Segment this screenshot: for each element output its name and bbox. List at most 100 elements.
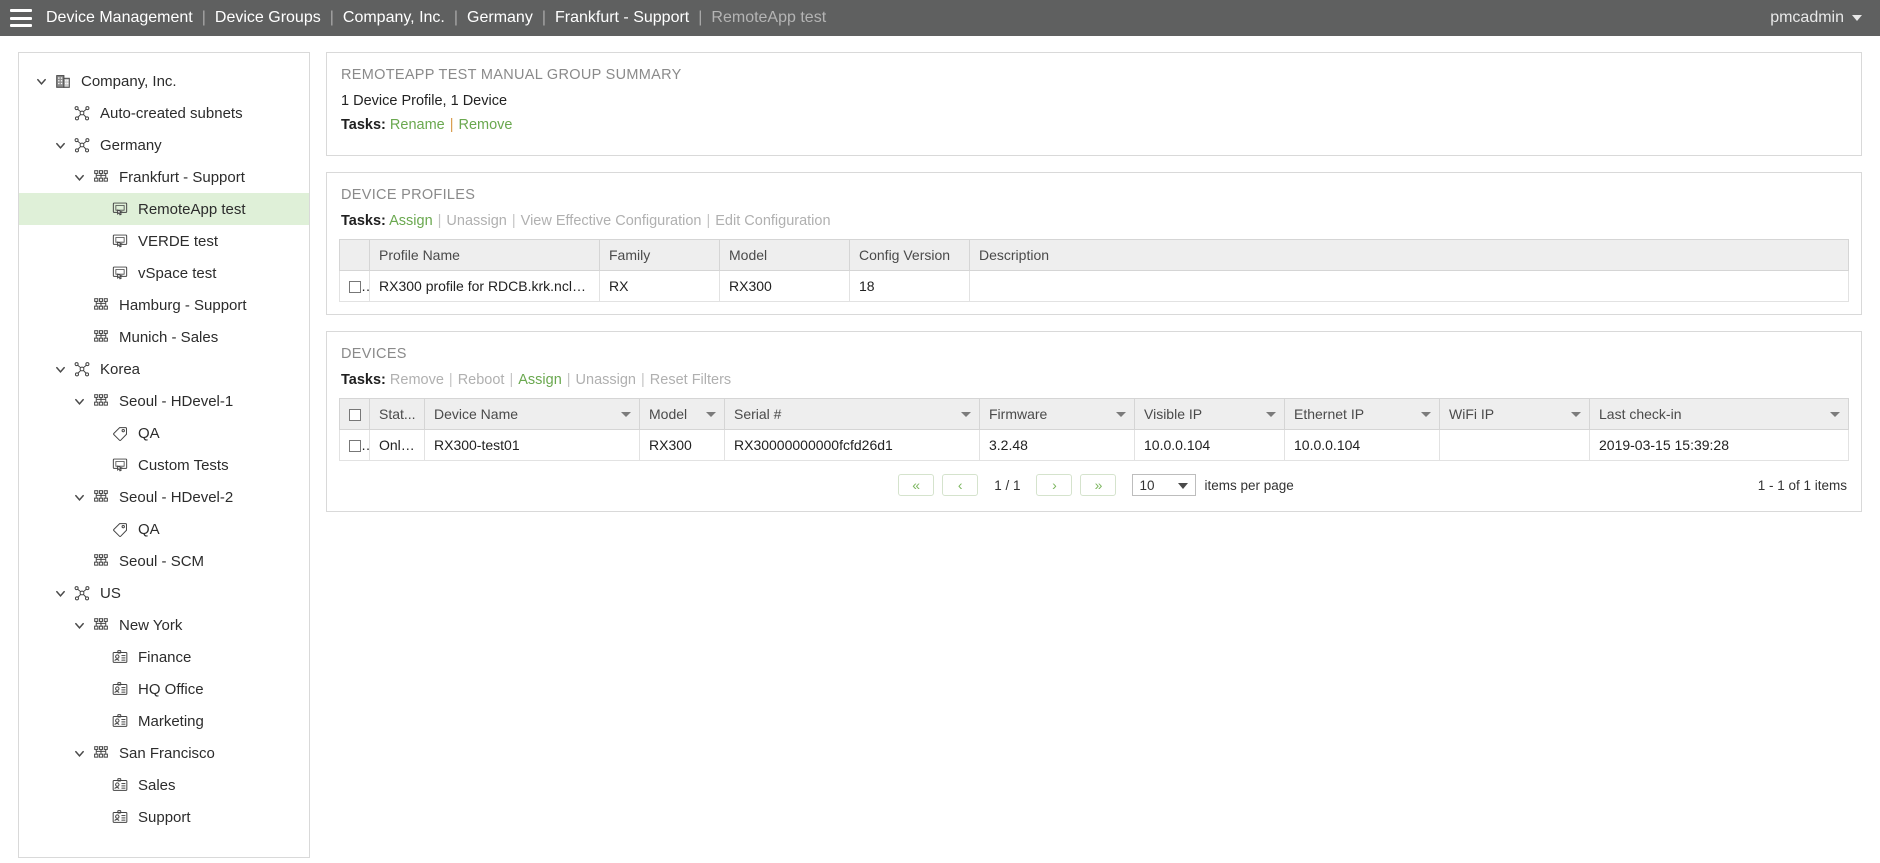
tree-item-korea[interactable]: Korea — [19, 353, 309, 385]
device-group-tree[interactable]: Company, Inc. Auto-created subnets Germany… — [18, 52, 310, 858]
tree-item-san-francisco[interactable]: San Francisco — [19, 737, 309, 769]
tree-item-finance[interactable]: Finance — [19, 641, 309, 673]
breadcrumb-separator: | — [329, 9, 334, 26]
chevron-down-icon[interactable] — [69, 747, 89, 760]
group-summary-tasks: Tasks: Rename | Remove — [341, 117, 1849, 133]
table-row[interactable]: Online RX300-test01 RX300 RX30000000000fcfd… — [339, 429, 1849, 461]
column-header[interactable]: Last check-in — [1589, 398, 1849, 430]
select-all-checkbox[interactable] — [349, 409, 361, 422]
device-name-cell: RX300-test01 — [424, 429, 640, 461]
column-header-label: Stat... — [379, 406, 416, 422]
task-separator: | — [449, 117, 454, 133]
column-header[interactable]: Profile Name — [369, 239, 600, 271]
column-header[interactable]: Model — [719, 239, 850, 271]
column-filter-chevron-down-icon[interactable] — [1830, 412, 1840, 417]
chevron-down-icon[interactable] — [69, 619, 89, 632]
table-header-row: Stat... Device Name Model Serial # Firmware V… — [339, 398, 1849, 430]
badge-icon — [108, 776, 132, 794]
tree-item-hamburg-support[interactable]: Hamburg - Support — [19, 289, 309, 321]
column-header[interactable]: Description — [969, 239, 1849, 271]
task-link-assign[interactable]: Assign — [389, 213, 433, 229]
table-body: RX300 profile for RDCB.krk.nclocal testR… — [339, 270, 1849, 302]
user-menu[interactable]: pmcadmin — [1770, 9, 1862, 27]
firmware-cell: 3.2.48 — [979, 429, 1135, 461]
tree-item-label: Finance — [138, 648, 192, 666]
tree-item-seoul-scm[interactable]: Seoul - SCM — [19, 545, 309, 577]
visible-ip-cell: 10.0.0.104 — [1134, 429, 1285, 461]
column-header[interactable]: Model — [639, 398, 725, 430]
tree-item-seoul-hdevel-1[interactable]: Seoul - HDevel-1 — [19, 385, 309, 417]
chevron-down-icon[interactable] — [50, 587, 70, 600]
column-header[interactable]: Device Name — [424, 398, 640, 430]
breadcrumb-item[interactable]: Frankfurt - Support — [555, 9, 689, 27]
column-header[interactable]: Family — [599, 239, 720, 271]
tree-item-hq-office[interactable]: HQ Office — [19, 673, 309, 705]
tree-item-support[interactable]: Support — [19, 801, 309, 833]
hamburger-icon[interactable] — [10, 9, 32, 27]
tree-item-vspace-test[interactable]: vSpace test — [19, 257, 309, 289]
tree-item-qa[interactable]: QA — [19, 513, 309, 545]
task-link-unassign: Unassign — [575, 372, 636, 388]
column-header[interactable]: Firmware — [979, 398, 1135, 430]
tree-item-label: Munich - Sales — [119, 328, 219, 346]
column-filter-chevron-down-icon[interactable] — [706, 412, 716, 417]
task-separator: | — [566, 372, 571, 388]
tree-item-new-york[interactable]: New York — [19, 609, 309, 641]
row-checkbox[interactable] — [349, 440, 361, 453]
tree-item-sales[interactable]: Sales — [19, 769, 309, 801]
column-header[interactable]: Serial # — [724, 398, 980, 430]
items-per-page-select[interactable]: 10 — [1132, 474, 1197, 496]
hamburger-bar — [10, 24, 32, 27]
user-menu-label: pmcadmin — [1770, 9, 1844, 26]
chevron-down-icon[interactable] — [69, 395, 89, 408]
table-body: Online RX300-test01 RX300 RX30000000000fcfd… — [339, 429, 1849, 461]
devices-table: Stat... Device Name Model Serial # Firmware V… — [339, 398, 1849, 461]
chevron-down-icon[interactable] — [50, 363, 70, 376]
task-separator: | — [448, 372, 453, 388]
tree-item-qa[interactable]: QA — [19, 417, 309, 449]
breadcrumb-item[interactable]: Device Groups — [215, 9, 321, 27]
tree-item-remoteapp-test[interactable]: RemoteApp test — [19, 193, 309, 225]
tree-item-munich-sales[interactable]: Munich - Sales — [19, 321, 309, 353]
task-link-assign[interactable]: Assign — [518, 372, 562, 388]
chevron-down-icon[interactable] — [50, 139, 70, 152]
tree-item-marketing[interactable]: Marketing — [19, 705, 309, 737]
next-page-button[interactable]: › — [1036, 474, 1073, 496]
column-filter-chevron-down-icon[interactable] — [1266, 412, 1276, 417]
column-header[interactable]: Config Version — [849, 239, 970, 271]
column-filter-chevron-down-icon[interactable] — [1571, 412, 1581, 417]
column-header[interactable]: WiFi IP — [1439, 398, 1590, 430]
column-header[interactable]: Ethernet IP — [1284, 398, 1440, 430]
chevron-down-icon[interactable] — [69, 491, 89, 504]
breadcrumb-item[interactable]: Device Management — [46, 9, 193, 27]
column-header[interactable]: Stat... — [369, 398, 425, 430]
tree-item-us[interactable]: US — [19, 577, 309, 609]
column-filter-chevron-down-icon[interactable] — [1116, 412, 1126, 417]
breadcrumb-item[interactable]: Germany — [467, 9, 533, 27]
tree-item-label: Sales — [138, 776, 176, 794]
row-checkbox[interactable] — [349, 281, 361, 294]
tree-item-verde-test[interactable]: VERDE test — [19, 225, 309, 257]
last-page-button[interactable]: » — [1080, 474, 1117, 496]
task-link-rename[interactable]: Rename — [390, 117, 445, 133]
column-filter-chevron-down-icon[interactable] — [1421, 412, 1431, 417]
tree-item-germany[interactable]: Germany — [19, 129, 309, 161]
tree-item-seoul-hdevel-2[interactable]: Seoul - HDevel-2 — [19, 481, 309, 513]
breadcrumb-item[interactable]: Company, Inc. — [343, 9, 445, 27]
tree-item-company-inc[interactable]: Company, Inc. — [19, 65, 309, 97]
tree-item-custom-tests[interactable]: Custom Tests — [19, 449, 309, 481]
column-header[interactable]: Visible IP — [1134, 398, 1285, 430]
tree-item-auto-created-subnets[interactable]: Auto-created subnets — [19, 97, 309, 129]
first-page-button[interactable]: « — [898, 474, 935, 496]
tag-icon — [108, 424, 132, 442]
column-filter-chevron-down-icon[interactable] — [621, 412, 631, 417]
table-row[interactable]: RX300 profile for RDCB.krk.nclocal testR… — [339, 270, 1849, 302]
previous-page-button[interactable]: ‹ — [942, 474, 979, 496]
wifi-ip-cell — [1439, 429, 1590, 461]
column-filter-chevron-down-icon[interactable] — [961, 412, 971, 417]
chevron-down-icon[interactable] — [31, 75, 51, 88]
tree-item-frankfurt-support[interactable]: Frankfurt - Support — [19, 161, 309, 193]
column-header-label: WiFi IP — [1449, 406, 1495, 422]
chevron-down-icon[interactable] — [69, 171, 89, 184]
task-link-remove[interactable]: Remove — [459, 117, 513, 133]
